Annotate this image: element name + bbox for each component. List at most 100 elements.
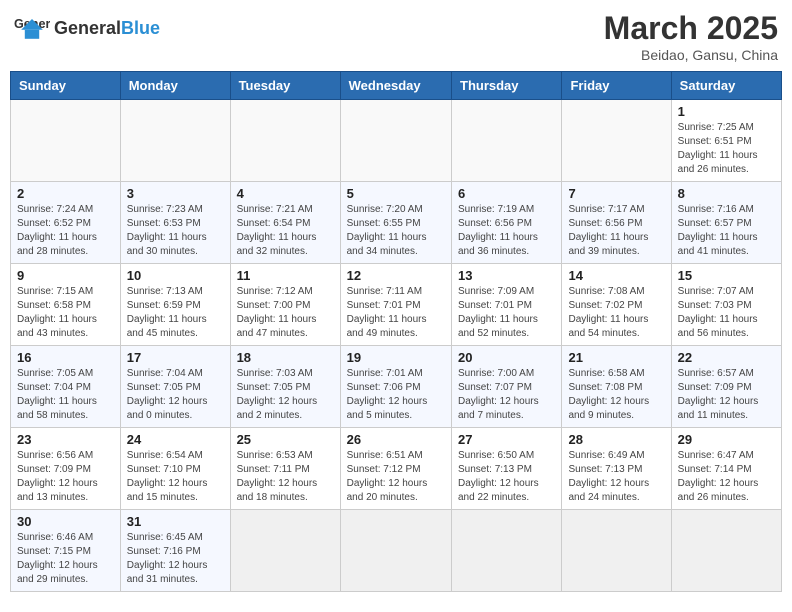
calendar-cell: 15 Sunrise: 7:07 AMSunset: 7:03 PMDayligh… bbox=[671, 264, 781, 346]
calendar-cell: 31Sunrise: 6:45 AMSunset: 7:16 PMDayligh… bbox=[120, 510, 230, 592]
logo-text: GeneralBlue bbox=[54, 18, 160, 39]
day-number: 12 bbox=[347, 268, 445, 283]
calendar-cell: 6Sunrise: 7:19 AMSunset: 6:56 PMDaylight… bbox=[452, 182, 562, 264]
day-number: 11 bbox=[237, 268, 334, 283]
calendar-cell bbox=[562, 510, 671, 592]
day-number: 1 bbox=[678, 104, 775, 119]
calendar-cell bbox=[230, 510, 340, 592]
day-info: Sunrise: 7:00 AMSunset: 7:07 PMDaylight:… bbox=[458, 367, 555, 423]
day-number: 28 bbox=[568, 432, 664, 447]
day-number: 6 bbox=[458, 186, 555, 201]
calendar-cell: 28 Sunrise: 6:49 AMSunset: 7:13 PMDayligh… bbox=[562, 428, 671, 510]
day-info: Sunrise: 7:24 AMSunset: 6:52 PMDaylight:… bbox=[17, 203, 114, 259]
day-number: 21 bbox=[568, 350, 664, 365]
day-info: Sunrise: 7:13 AMSunset: 6:59 PMDaylight:… bbox=[127, 285, 224, 341]
day-info: Sunrise: 7:25 AMSunset: 6:51 PMDaylight:… bbox=[678, 121, 775, 177]
day-number: 30 bbox=[17, 514, 114, 529]
day-number: 20 bbox=[458, 350, 555, 365]
month-title: March 2025 bbox=[604, 10, 778, 47]
day-info: Sunrise: 7:09 AMSunset: 7:01 PMDaylight:… bbox=[458, 285, 555, 341]
calendar-cell bbox=[562, 100, 671, 182]
day-info: Sunrise: 6:50 AMSunset: 7:13 PMDaylight:… bbox=[458, 449, 555, 505]
calendar-cell: 18 Sunrise: 7:03 AMSunset: 7:05 PMDayligh… bbox=[230, 346, 340, 428]
day-number: 8 bbox=[678, 186, 775, 201]
calendar-week-row: 23Sunrise: 6:56 AMSunset: 7:09 PMDayligh… bbox=[11, 428, 782, 510]
logo-icon: General bbox=[14, 10, 50, 46]
calendar-cell bbox=[671, 510, 781, 592]
day-number: 15 bbox=[678, 268, 775, 283]
day-number: 9 bbox=[17, 268, 114, 283]
calendar-week-row: 2 Sunrise: 7:24 AMSunset: 6:52 PMDaylight… bbox=[11, 182, 782, 264]
day-info: Sunrise: 6:46 AMSunset: 7:15 PMDaylight:… bbox=[17, 531, 114, 587]
calendar-cell bbox=[340, 100, 451, 182]
calendar-week-row: 16Sunrise: 7:05 AMSunset: 7:04 PMDayligh… bbox=[11, 346, 782, 428]
day-number: 18 bbox=[237, 350, 334, 365]
day-number: 23 bbox=[17, 432, 114, 447]
calendar-cell: 17Sunrise: 7:04 AMSunset: 7:05 PMDayligh… bbox=[120, 346, 230, 428]
calendar-cell: 16Sunrise: 7:05 AMSunset: 7:04 PMDayligh… bbox=[11, 346, 121, 428]
calendar-cell: 8Sunrise: 7:16 AMSunset: 6:57 PMDaylight… bbox=[671, 182, 781, 264]
day-number: 26 bbox=[347, 432, 445, 447]
calendar-cell: 25 Sunrise: 6:53 AMSunset: 7:11 PMDayligh… bbox=[230, 428, 340, 510]
day-number: 31 bbox=[127, 514, 224, 529]
day-info: Sunrise: 7:23 AMSunset: 6:53 PMDaylight:… bbox=[127, 203, 224, 259]
day-info: Sunrise: 7:05 AMSunset: 7:04 PMDaylight:… bbox=[17, 367, 114, 423]
day-number: 4 bbox=[237, 186, 334, 201]
calendar-cell: 29Sunrise: 6:47 AMSunset: 7:14 PMDayligh… bbox=[671, 428, 781, 510]
calendar-cell: 24Sunrise: 6:54 AMSunset: 7:10 PMDayligh… bbox=[120, 428, 230, 510]
day-number: 2 bbox=[17, 186, 114, 201]
day-number: 17 bbox=[127, 350, 224, 365]
day-info: Sunrise: 7:12 AMSunset: 7:00 PMDaylight:… bbox=[237, 285, 334, 341]
calendar-week-row: 30 Sunrise: 6:46 AMSunset: 7:15 PMDayligh… bbox=[11, 510, 782, 592]
day-info: Sunrise: 6:47 AMSunset: 7:14 PMDaylight:… bbox=[678, 449, 775, 505]
col-header-sunday: Sunday bbox=[11, 72, 121, 100]
day-info: Sunrise: 7:07 AMSunset: 7:03 PMDaylight:… bbox=[678, 285, 775, 341]
calendar-cell: 21 Sunrise: 6:58 AMSunset: 7:08 PMDayligh… bbox=[562, 346, 671, 428]
day-info: Sunrise: 7:21 AMSunset: 6:54 PMDaylight:… bbox=[237, 203, 334, 259]
calendar-cell: 23Sunrise: 6:56 AMSunset: 7:09 PMDayligh… bbox=[11, 428, 121, 510]
col-header-friday: Friday bbox=[562, 72, 671, 100]
calendar-cell bbox=[340, 510, 451, 592]
title-area: March 2025 Beidao, Gansu, China bbox=[604, 10, 778, 63]
day-number: 14 bbox=[568, 268, 664, 283]
day-info: Sunrise: 7:03 AMSunset: 7:05 PMDaylight:… bbox=[237, 367, 334, 423]
day-number: 27 bbox=[458, 432, 555, 447]
calendar-cell: 5Sunrise: 7:20 AMSunset: 6:55 PMDaylight… bbox=[340, 182, 451, 264]
day-number: 25 bbox=[237, 432, 334, 447]
calendar-cell bbox=[230, 100, 340, 182]
calendar-cell: 11 Sunrise: 7:12 AMSunset: 7:00 PMDayligh… bbox=[230, 264, 340, 346]
calendar-header-row: SundayMondayTuesdayWednesdayThursdayFrid… bbox=[11, 72, 782, 100]
calendar-cell: 1 Sunrise: 7:25 AMSunset: 6:51 PMDaylight… bbox=[671, 100, 781, 182]
day-info: Sunrise: 6:51 AMSunset: 7:12 PMDaylight:… bbox=[347, 449, 445, 505]
calendar-cell: 2 Sunrise: 7:24 AMSunset: 6:52 PMDaylight… bbox=[11, 182, 121, 264]
calendar-cell: 12 Sunrise: 7:11 AMSunset: 7:01 PMDayligh… bbox=[340, 264, 451, 346]
calendar-cell: 4 Sunrise: 7:21 AMSunset: 6:54 PMDaylight… bbox=[230, 182, 340, 264]
day-info: Sunrise: 6:53 AMSunset: 7:11 PMDaylight:… bbox=[237, 449, 334, 505]
calendar-cell bbox=[452, 510, 562, 592]
day-number: 10 bbox=[127, 268, 224, 283]
day-number: 7 bbox=[568, 186, 664, 201]
calendar-cell: 22Sunrise: 6:57 AMSunset: 7:09 PMDayligh… bbox=[671, 346, 781, 428]
col-header-saturday: Saturday bbox=[671, 72, 781, 100]
calendar-cell: 27 Sunrise: 6:50 AMSunset: 7:13 PMDayligh… bbox=[452, 428, 562, 510]
day-info: Sunrise: 6:58 AMSunset: 7:08 PMDaylight:… bbox=[568, 367, 664, 423]
header: General GeneralBlue March 2025 Beidao, G… bbox=[10, 10, 782, 63]
calendar-week-row: 1 Sunrise: 7:25 AMSunset: 6:51 PMDaylight… bbox=[11, 100, 782, 182]
day-info: Sunrise: 7:17 AMSunset: 6:56 PMDaylight:… bbox=[568, 203, 664, 259]
location: Beidao, Gansu, China bbox=[604, 47, 778, 63]
calendar-cell: 30 Sunrise: 6:46 AMSunset: 7:15 PMDayligh… bbox=[11, 510, 121, 592]
day-info: Sunrise: 7:01 AMSunset: 7:06 PMDaylight:… bbox=[347, 367, 445, 423]
calendar: SundayMondayTuesdayWednesdayThursdayFrid… bbox=[10, 71, 782, 592]
calendar-cell: 14Sunrise: 7:08 AMSunset: 7:02 PMDayligh… bbox=[562, 264, 671, 346]
calendar-cell bbox=[11, 100, 121, 182]
day-info: Sunrise: 6:54 AMSunset: 7:10 PMDaylight:… bbox=[127, 449, 224, 505]
calendar-cell: 10 Sunrise: 7:13 AMSunset: 6:59 PMDayligh… bbox=[120, 264, 230, 346]
calendar-cell: 19 Sunrise: 7:01 AMSunset: 7:06 PMDayligh… bbox=[340, 346, 451, 428]
day-info: Sunrise: 6:49 AMSunset: 7:13 PMDaylight:… bbox=[568, 449, 664, 505]
day-info: Sunrise: 7:11 AMSunset: 7:01 PMDaylight:… bbox=[347, 285, 445, 341]
day-number: 19 bbox=[347, 350, 445, 365]
day-number: 22 bbox=[678, 350, 775, 365]
calendar-cell bbox=[120, 100, 230, 182]
day-number: 13 bbox=[458, 268, 555, 283]
calendar-cell: 20 Sunrise: 7:00 AMSunset: 7:07 PMDayligh… bbox=[452, 346, 562, 428]
